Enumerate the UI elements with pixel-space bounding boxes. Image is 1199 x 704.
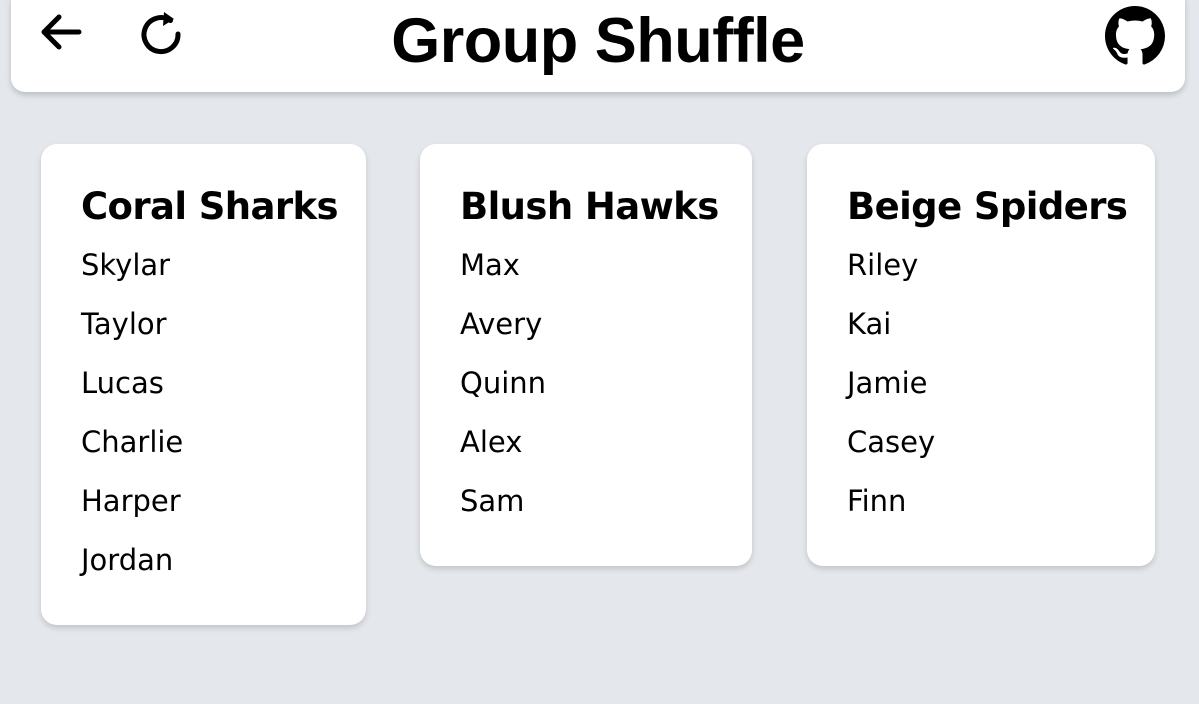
group-title: Beige Spiders [847, 185, 1128, 228]
list-item: Casey [847, 425, 936, 459]
list-item: Charlie [81, 425, 184, 459]
group-card-coral-sharks: Coral Sharks Skylar Taylor Lucas Charlie… [41, 144, 366, 625]
list-item: Sam [460, 484, 525, 518]
list-item: Finn [847, 484, 907, 518]
page-title: Group Shuffle [391, 6, 805, 76]
list-item: Max [460, 248, 520, 282]
group-card-blush-hawks: Blush Hawks Max Avery Quinn Alex Sam [420, 144, 752, 566]
list-item: Avery [460, 307, 543, 341]
list-item: Quinn [460, 366, 547, 400]
list-item: Jordan [81, 543, 174, 577]
list-item: Lucas [81, 366, 164, 400]
list-item: Jamie [847, 366, 928, 400]
member-list: Riley Kai Jamie Casey Finn [847, 236, 1155, 531]
list-item: Harper [81, 484, 181, 518]
github-icon [1105, 6, 1165, 65]
list-item: Kai [847, 307, 892, 341]
group-card-beige-spiders: Beige Spiders Riley Kai Jamie Casey Finn [807, 144, 1155, 566]
member-list: Max Avery Quinn Alex Sam [460, 236, 752, 531]
list-item: Taylor [81, 307, 167, 341]
list-item: Riley [847, 248, 919, 282]
list-item: Alex [460, 425, 523, 459]
list-item: Skylar [81, 248, 171, 282]
member-list: Skylar Taylor Lucas Charlie Harper Jorda… [81, 236, 366, 590]
group-title: Blush Hawks [460, 185, 719, 228]
github-link[interactable] [1105, 6, 1165, 66]
app-header: Group Shuffle [11, 0, 1185, 92]
group-title: Coral Sharks [81, 185, 339, 228]
